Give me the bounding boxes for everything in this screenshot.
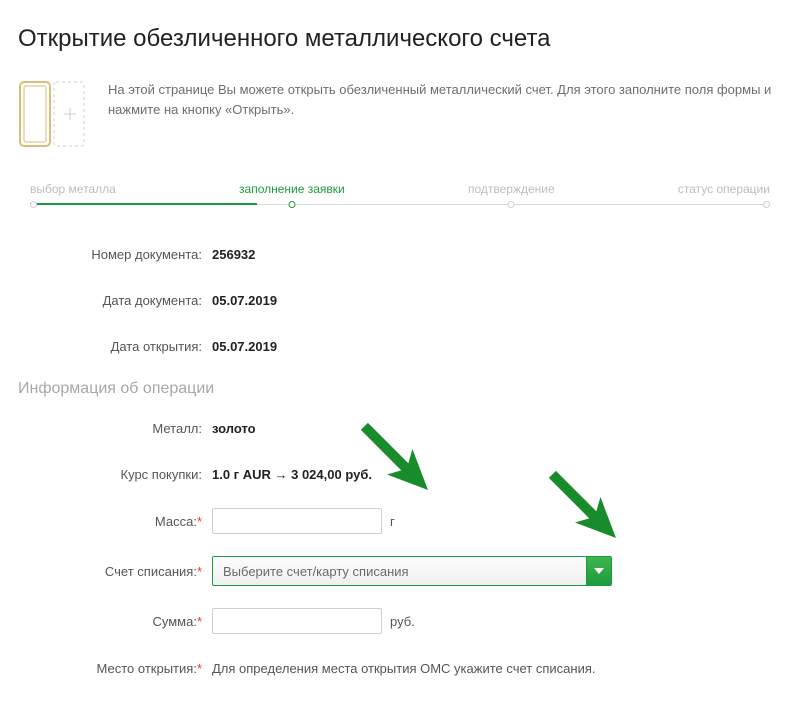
intro-text: На этой странице Вы можете открыть обезл… [108, 78, 782, 119]
chevron-down-icon [587, 557, 611, 585]
value-open-date: 05.07.2019 [212, 339, 277, 354]
mass-input[interactable] [212, 508, 382, 534]
open-place-help: Для определения места открытия ОМС укажи… [212, 661, 596, 676]
label-doc-date: Дата документа: [18, 293, 212, 308]
mass-unit: г [390, 514, 395, 529]
value-rate: 1.0 г AUR → 3 024,00 руб. [212, 467, 372, 482]
value-doc-date: 05.07.2019 [212, 293, 277, 308]
stepper: выбор металла заполнение заявки подтверж… [18, 182, 782, 216]
label-mass: Масса:* [18, 514, 212, 529]
step-confirm: подтверждение [468, 182, 555, 200]
row-open-place: Место открытия:* Для определения места о… [18, 656, 782, 680]
label-open-date: Дата открытия: [18, 339, 212, 354]
label-rate: Курс покупки: [18, 467, 212, 482]
value-doc-number: 256932 [212, 247, 255, 262]
gold-bar-icon [18, 78, 90, 152]
label-doc-number: Номер документа: [18, 247, 212, 262]
row-rate: Курс покупки: 1.0 г AUR → 3 024,00 руб. [18, 462, 782, 486]
step-form: заполнение заявки [239, 182, 345, 200]
label-sum: Сумма:* [18, 614, 212, 629]
row-sum: Сумма:* руб. [18, 608, 782, 634]
row-open-date: Дата открытия: 05.07.2019 [18, 334, 782, 358]
row-doc-date: Дата документа: 05.07.2019 [18, 288, 782, 312]
debit-account-placeholder: Выберите счет/карту списания [213, 557, 587, 585]
row-mass: Масса:* г [18, 508, 782, 534]
sum-input[interactable] [212, 608, 382, 634]
step-metal: выбор металла [30, 182, 116, 200]
step-status: статус операции [678, 182, 770, 200]
label-metal: Металл: [18, 421, 212, 436]
label-debit-account: Счет списания:* [18, 564, 212, 579]
row-doc-number: Номер документа: 256932 [18, 242, 782, 266]
label-open-place: Место открытия:* [18, 661, 212, 676]
row-metal: Металл: золото [18, 416, 782, 440]
debit-account-select[interactable]: Выберите счет/карту списания [212, 556, 612, 586]
sum-unit: руб. [390, 614, 415, 629]
page-title: Открытие обезличенного металлического сч… [18, 24, 782, 54]
row-debit-account: Счет списания:* Выберите счет/карту спис… [18, 556, 782, 586]
intro-block: На этой странице Вы можете открыть обезл… [18, 78, 782, 152]
value-metal: золото [212, 421, 256, 436]
section-title: Информация об операции [18, 380, 782, 398]
